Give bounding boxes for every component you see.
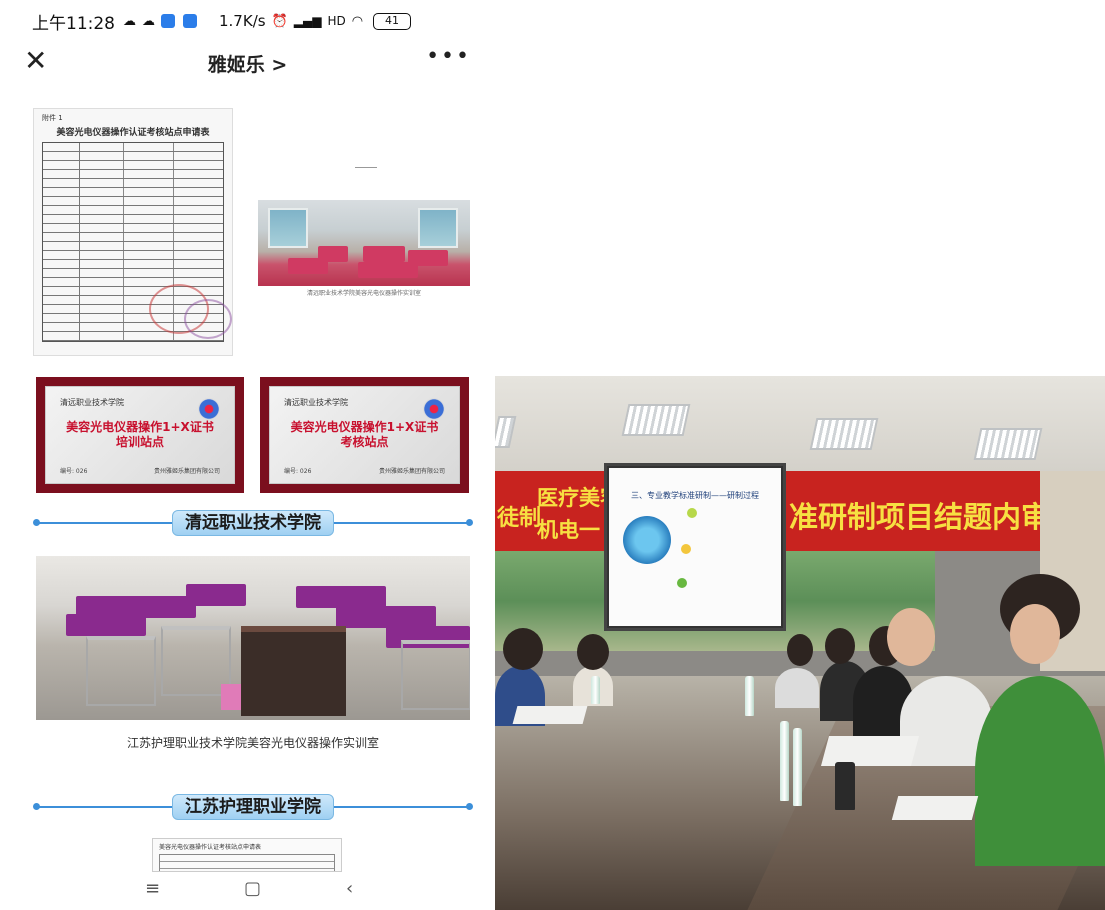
water-bottle (591, 676, 600, 704)
document-paper (891, 796, 979, 820)
attendee-face (1010, 604, 1060, 664)
form-table (159, 854, 335, 871)
projection-screen: 三、专业教学标准研制——研制过程 (607, 466, 783, 628)
desk (241, 626, 346, 716)
plaque-title-line1: 美容光电仪器操作1+X证书 (290, 420, 439, 434)
banner-text-left: 徒制 (497, 506, 542, 531)
slide-bullet (677, 578, 687, 588)
plaque-title: 美容光电仪器操作1+X证书 考核站点 (284, 420, 445, 450)
form-title: 美容光电仪器操作认证考核站点申请表 (159, 844, 262, 851)
back-icon[interactable]: ‹ (346, 878, 353, 899)
slide-bullet (681, 544, 691, 554)
plaque-code: 编号: 026 (284, 468, 312, 475)
network-speed: 1.7K/s (219, 12, 266, 30)
photo-caption: 江苏护理职业技术学院美容光电仪器操作实训室 (126, 736, 379, 750)
treatment-bed (336, 606, 436, 628)
plaque-school: 清远职业技术学院 (284, 398, 348, 407)
status-time: 上午11:28 (32, 13, 115, 34)
app-notification-icon (161, 14, 175, 28)
plaque-title-line2: 培训站点 (115, 435, 164, 449)
plaque-title: 美容光电仪器操作1+X证书 培训站点 (60, 420, 220, 450)
home-icon[interactable]: ▢ (244, 878, 261, 899)
app-notification-icon (183, 14, 197, 28)
ceiling-light (621, 404, 691, 436)
treatment-bed (66, 614, 146, 636)
treatment-bed (186, 584, 246, 606)
slide-bullet (687, 508, 697, 518)
attendee-face (887, 608, 935, 666)
alarm-icon: ⏰ (271, 13, 288, 29)
bed (408, 250, 448, 266)
emblem-icon (423, 398, 445, 420)
instrument-cart (86, 636, 156, 706)
meeting-photo: 徒制 医疗美容 机电一 准研制项目结题内审会 三、专业教学标准研制——研制过程 (495, 376, 1105, 910)
treatment-bed (296, 586, 386, 608)
attendee (975, 676, 1105, 866)
nav-bar: ✕ 雅姬乐 > ••• (0, 42, 495, 84)
attendee-head (503, 628, 543, 670)
window (268, 208, 308, 248)
separator-line (355, 167, 377, 168)
menu-icon[interactable]: ≡ (145, 878, 160, 899)
training-site-plaque: 清远职业技术学院 美容光电仪器操作1+X证书 培训站点 编号: 026 贵州雅姬… (36, 377, 244, 493)
form-title: 美容光电仪器操作认证考核站点申请表 (56, 128, 210, 138)
instrument-cart (401, 640, 470, 710)
application-form-image: 附件 1 美容光电仪器操作认证考核站点申请表 (33, 108, 233, 356)
water-bottle (780, 721, 789, 801)
banner-text-main: 准研制项目结题内审会 (789, 500, 1080, 534)
attendee (775, 668, 819, 708)
training-room-photo (258, 200, 470, 286)
ceiling-light (973, 428, 1043, 460)
thermos (835, 762, 855, 810)
battery-indicator: 41 (373, 12, 412, 30)
section-header-qingyuan: 清远职业技术学院 (172, 510, 334, 536)
water-bottle (793, 728, 802, 806)
plaque-issuer: 贵州雅姬乐集团有限公司 (378, 468, 445, 475)
plaque-issuer: 贵州雅姬乐集团有限公司 (153, 468, 220, 475)
slide-title: 三、专业教学标准研制——研制过程 (631, 491, 759, 500)
system-nav-bar: ≡ ▢ ‹ (0, 872, 495, 910)
photo-caption: 清远职业技术学院美容光电仪器操作实训室 (306, 290, 421, 297)
document-paper (512, 706, 588, 724)
attendee-head (577, 634, 609, 670)
attendee-head (787, 634, 813, 666)
bed (363, 246, 405, 262)
trash-bin (221, 684, 241, 710)
plaque-school: 清远职业技术学院 (60, 398, 124, 407)
banner-text-left-bottom: 机电一 (537, 518, 600, 542)
attendee-head (825, 628, 855, 664)
notification-icon: ☁ (142, 13, 155, 29)
window (418, 208, 458, 248)
wifi-icon: ◠ (351, 13, 364, 29)
signal-hd-label: HD (327, 14, 346, 28)
account-title[interactable]: 雅姬乐 > (0, 50, 495, 77)
emblem-icon (198, 398, 220, 420)
status-bar: 上午11:28 ☁ ☁ 1.7K/s ⏰ ▂▄▆ HD ◠ 41 (0, 0, 495, 42)
section-header-jiangsu: 江苏护理职业学院 (172, 794, 334, 820)
notification-icon: ☁ (123, 13, 136, 29)
form-annex-label: 附件 1 (42, 114, 63, 122)
plaque-title-line1: 美容光电仪器操作1+X证书 (66, 420, 214, 434)
plaque-title-line2: 考核站点 (340, 435, 389, 449)
signal-icon: ▂▄▆ (293, 14, 322, 28)
application-form-preview: 美容光电仪器操作认证考核站点申请表 (152, 838, 342, 872)
slide-diagram-circle (623, 516, 671, 564)
phone-screenshot: 上午11:28 ☁ ☁ 1.7K/s ⏰ ▂▄▆ HD ◠ 41 ✕ 雅姬乐 >… (0, 0, 495, 910)
bed (318, 246, 348, 262)
plaque-code: 编号: 026 (60, 468, 88, 475)
jiangsu-training-room-photo (36, 556, 470, 720)
stamp-seal (184, 299, 232, 339)
water-bottle (745, 676, 754, 716)
more-options-icon[interactable]: ••• (426, 44, 471, 69)
assessment-site-plaque: 清远职业技术学院 美容光电仪器操作1+X证书 考核站点 编号: 026 贵州雅姬… (260, 377, 469, 493)
ceiling-light (809, 418, 879, 450)
